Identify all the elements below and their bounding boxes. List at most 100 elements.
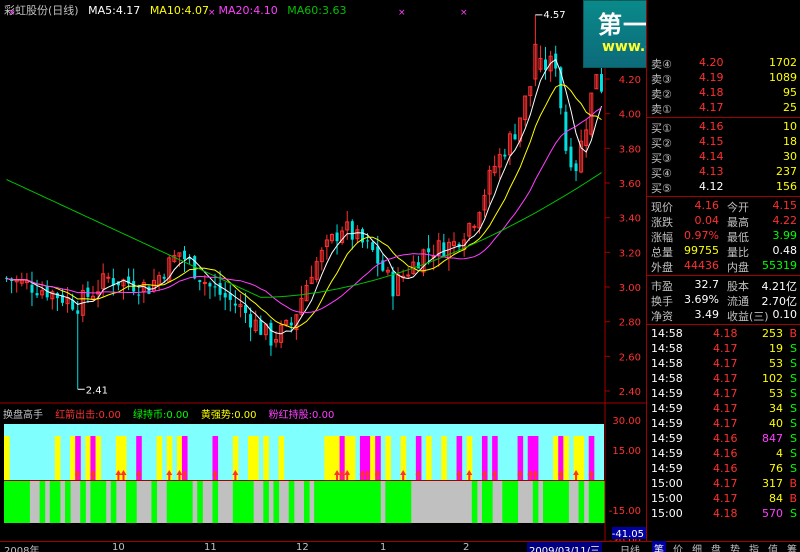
indicator-bottom-bar <box>588 481 595 523</box>
quote-label: 最低 <box>727 231 749 244</box>
quote-value: 4.15 <box>772 199 798 212</box>
candle-body-down <box>371 242 375 251</box>
tick-price: 4.17 <box>713 402 738 415</box>
buy-row[interactable]: 买① 4.16 10 <box>647 120 800 135</box>
sell-row[interactable]: 卖④ 4.20 1702 <box>647 56 800 71</box>
indicator-top-bar <box>385 436 391 480</box>
sell-row[interactable]: 卖② 4.18 95 <box>647 86 800 101</box>
indicator-bottom-bar <box>400 481 407 523</box>
ma20-value: MA20:4.10 <box>218 4 278 17</box>
bottom-tabs: 笔价细盘势指值筹 <box>646 541 800 552</box>
indicator-top-bar <box>426 436 432 480</box>
tick-side: S <box>790 447 797 460</box>
sell-row[interactable]: 卖③ 4.19 1089 <box>647 71 800 86</box>
tick-row: 14:59 4.16 4 S <box>647 447 800 461</box>
finance-row: 市盈 32.7 股本 4.21亿 <box>647 278 800 293</box>
pink-hold-value: 粉红持股:0.00 <box>268 410 335 421</box>
indicator-axis-label: 15.00 <box>612 446 641 457</box>
buy-row[interactable]: 买⑤ 4.12 156 <box>647 180 800 195</box>
quote-label: 现价 <box>651 201 673 214</box>
candle-body-down <box>218 283 222 295</box>
tick-price: 4.18 <box>713 327 738 340</box>
indicator-bottom-bar <box>593 481 600 523</box>
x-label-3: 12 <box>296 542 309 552</box>
indicator-bottom-bar <box>405 481 412 523</box>
finance-row: 净资 3.49 收益(三) 0.10 <box>647 308 800 323</box>
buy-row[interactable]: 买④ 4.13 237 <box>647 165 800 180</box>
tick-row: 15:00 4.18 570 S <box>647 507 800 521</box>
indicator-bottom-bar <box>339 481 346 523</box>
finance-label: 股本 <box>727 280 749 293</box>
tab-4[interactable]: 势 <box>728 541 742 552</box>
price-tick-label: 3.40 <box>619 214 641 225</box>
tick-volume: 102 <box>762 372 783 385</box>
indicator-bottom-bar <box>65 481 71 523</box>
buy-row[interactable]: 买② 4.15 18 <box>647 135 800 150</box>
tick-volume: 253 <box>762 327 783 340</box>
indicator-bottom-bar <box>487 481 493 523</box>
x-label-1: 10 <box>112 542 125 552</box>
quote-value: 4.22 <box>772 214 798 227</box>
buy-volume: 237 <box>776 165 797 178</box>
price-tick-label: 3.20 <box>619 248 641 259</box>
sell-price: 4.17 <box>699 101 724 114</box>
buy-volume: 30 <box>783 150 797 163</box>
indicator-bottom-bar <box>481 481 488 523</box>
quote-label: 涨跌 <box>651 216 673 229</box>
tab-2[interactable]: 细 <box>690 541 704 552</box>
indicator-bottom-bar <box>365 481 371 523</box>
indicator-bottom-bar <box>598 481 605 523</box>
indicator-top-bar <box>263 436 269 480</box>
high-price-label: 4.57 <box>543 10 565 21</box>
candle-body-down <box>503 154 507 157</box>
tab-6[interactable]: 值 <box>766 541 780 552</box>
period-label[interactable]: 日线 <box>620 542 640 552</box>
indicator-bottom-bar <box>390 481 397 523</box>
x-label-2: 11 <box>204 542 217 552</box>
tab-5[interactable]: 指 <box>747 541 761 552</box>
tab-3[interactable]: 盘 <box>709 541 723 552</box>
quote-label: 今开 <box>727 201 749 214</box>
tick-price: 4.16 <box>713 432 738 445</box>
indicator-bottom-bar <box>263 481 269 523</box>
buy-label: 买① <box>651 122 672 135</box>
candle-body-down <box>442 242 446 257</box>
sell-row[interactable]: 卖① 4.17 25 <box>647 101 800 116</box>
price-tick-label: 2.60 <box>619 352 641 363</box>
quote-value: 0.48 <box>772 244 798 257</box>
candlestick-chart[interactable]: 4.20 4.00 3.80 3.60 3.40 3.20 3.00 2.80 2.60 2.40… <box>0 0 646 541</box>
tick-volume: 19 <box>769 342 783 355</box>
tick-price: 4.17 <box>713 492 738 505</box>
candle-body-down <box>350 221 354 240</box>
indicator-bottom-bar <box>288 481 295 523</box>
candle-body-up <box>472 225 477 228</box>
price-tick-label: 2.40 <box>619 387 641 398</box>
indicator-bottom-bar <box>542 481 549 523</box>
price-tick-label: 3.80 <box>619 144 641 155</box>
tick-side: S <box>790 357 797 370</box>
quote-label: 外盘 <box>651 261 673 274</box>
buy-row[interactable]: 买③ 4.14 30 <box>647 150 800 165</box>
buy-price: 4.16 <box>699 120 724 133</box>
tick-time: 14:58 <box>651 357 683 370</box>
indicator-bottom-bar <box>110 481 117 523</box>
tick-row: 14:59 4.16 76 S <box>647 462 800 476</box>
tick-side: S <box>790 507 797 520</box>
tick-time: 14:59 <box>651 447 683 460</box>
quote-row: 涨幅 0.97% 最低 3.99 <box>647 229 800 244</box>
candle-body-down <box>76 310 80 314</box>
indicator-value-text: -41.05 <box>612 529 644 540</box>
indicator-bottom-bar <box>375 481 381 523</box>
quote-label: 涨幅 <box>651 231 673 244</box>
tab-7[interactable]: 筹 <box>785 541 799 552</box>
indicator-top-bar <box>54 436 61 480</box>
x-label-0: 2008年 <box>4 546 40 552</box>
indicator-title-line: 换盘高手 红箭出击:0.00 绿持币:0.00 黄强势:0.00 粉红持股:0.… <box>3 406 343 421</box>
candle-body-up <box>202 281 207 284</box>
sell-volume: 95 <box>783 86 797 99</box>
signal-x-mark: × <box>398 8 406 18</box>
quote-value: 99755 <box>684 244 719 257</box>
indicator-bottom-bar <box>54 481 61 523</box>
tab-1[interactable]: 价 <box>671 541 685 552</box>
tab-0[interactable]: 笔 <box>652 541 666 552</box>
